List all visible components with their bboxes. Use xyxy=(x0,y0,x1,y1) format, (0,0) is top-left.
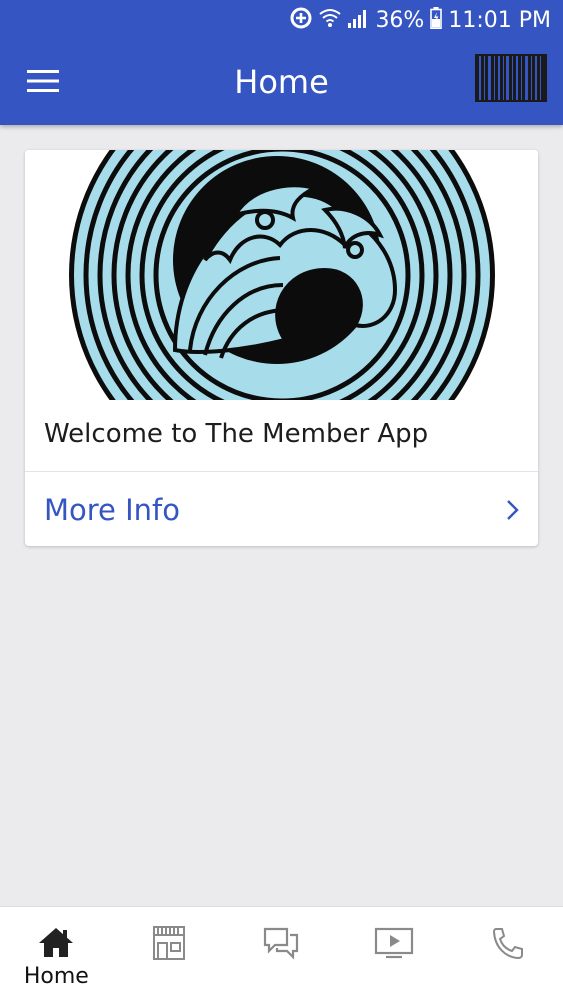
bottom-navigation: Home xyxy=(0,906,563,1000)
nav-video[interactable] xyxy=(338,907,451,1000)
nav-chat[interactable] xyxy=(225,907,338,1000)
signal-icon xyxy=(347,7,369,33)
nav-store[interactable] xyxy=(113,907,226,1000)
chevron-right-icon xyxy=(506,499,520,521)
more-info-label: More Info xyxy=(44,493,180,527)
app-header: 36% 11:01 PM Home xyxy=(0,0,563,125)
status-icons: 36% 11:01 PM xyxy=(289,4,551,36)
card-title: Welcome to The Member App xyxy=(44,419,429,449)
title-bar: Home xyxy=(0,40,563,125)
nav-home-label: Home xyxy=(23,964,89,989)
home-icon xyxy=(36,925,76,961)
status-time: 11:01 PM xyxy=(448,7,551,33)
hamburger-menu-icon xyxy=(27,69,59,97)
battery-icon xyxy=(430,7,443,33)
nav-phone[interactable] xyxy=(450,907,563,1000)
more-info-button[interactable]: More Info xyxy=(25,472,538,546)
nav-home[interactable]: Home xyxy=(0,907,113,1000)
app-screen: 36% 11:01 PM Home Welcome to The Member … xyxy=(0,0,563,1000)
wifi-icon xyxy=(319,6,342,34)
chat-icon xyxy=(261,925,301,961)
menu-button[interactable] xyxy=(20,60,66,106)
phone-icon xyxy=(487,925,527,961)
video-icon xyxy=(374,925,414,961)
barcode-icon xyxy=(475,54,547,106)
data-saver-icon xyxy=(289,6,313,34)
status-bar: 36% 11:01 PM xyxy=(0,0,563,40)
battery-percent: 36% xyxy=(375,7,425,33)
welcome-card: Welcome to The Member App More Info xyxy=(25,150,538,546)
store-icon xyxy=(149,925,189,961)
wave-logo-image xyxy=(25,150,538,400)
barcode-button[interactable] xyxy=(475,54,547,102)
